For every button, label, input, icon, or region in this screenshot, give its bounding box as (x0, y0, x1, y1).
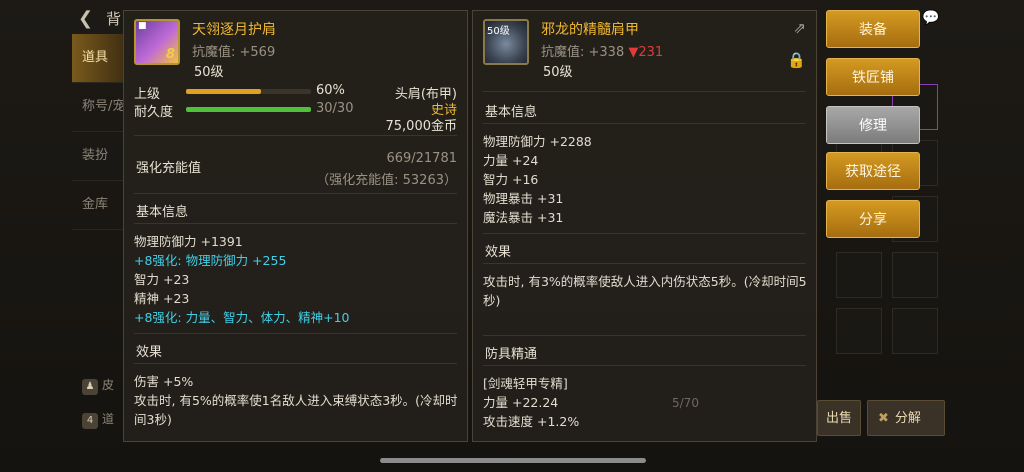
decompose-button[interactable]: ✖ 分解 (867, 400, 945, 436)
charge-value: 669/21781 (386, 151, 457, 166)
magic-resist-value: 抗魔值: +338 (541, 45, 625, 60)
effect-line: 伤害 +5% (134, 374, 194, 389)
tab-avatar[interactable]: 装扮 (72, 132, 128, 181)
divider (134, 223, 457, 224)
durability-label: 耐久度 (134, 105, 174, 120)
home-indicator[interactable] (380, 458, 646, 463)
tab-vault-label: 金库 (82, 197, 109, 212)
mastery-line: 力量 +22.24 (483, 395, 559, 410)
inventory-slot[interactable] (836, 252, 882, 298)
icon-level-tag: 50级 (487, 26, 510, 37)
page-indicator: 5/70 (672, 396, 699, 410)
tab-vault[interactable]: 金库 (72, 181, 128, 230)
page-title: 背 (106, 10, 122, 28)
lock-icon[interactable]: 🔒 (787, 51, 806, 69)
stat-line-enhance: +8强化: 物理防御力 +255 (134, 253, 287, 268)
share-button[interactable]: 分享 (826, 200, 920, 238)
mastery-title: 防具精通 (485, 347, 538, 362)
back-arrow-icon[interactable]: ❮ (78, 8, 93, 29)
upgrade-label: 上级 (134, 87, 161, 102)
stat-line: 智力 +16 (483, 172, 539, 187)
tab-items-label: 道具 (82, 50, 109, 65)
sell-button[interactable]: 出售 (817, 400, 861, 436)
item-name: 天翎逐月护肩 (192, 22, 276, 38)
divider (134, 363, 457, 364)
divider (483, 335, 806, 336)
divider (483, 233, 806, 234)
item-level: 50级 (194, 65, 224, 80)
tab-avatar-label: 装扮 (82, 148, 109, 163)
skin-filter[interactable]: ♟ 皮 (82, 376, 114, 395)
skin-label: 皮 (102, 378, 115, 392)
tooltip-compare-item: 50级 邪龙的精髓肩甲 抗魔值: +338 ▼231 50级 ⇗ 🔒 基本信息 … (472, 10, 817, 442)
mastery-line: [剑魂轻甲专精] (483, 376, 568, 391)
inventory-slot[interactable] (892, 252, 938, 298)
item-icon-corner: ■ (138, 21, 147, 31)
divider (483, 91, 806, 92)
skin-icon: ♟ (82, 379, 98, 395)
obtain-source-button[interactable]: 获取途径 (826, 152, 920, 190)
durability-bar (186, 107, 311, 112)
divider (134, 333, 457, 334)
effect-line: 秒) (483, 293, 501, 308)
stat-line: 物理防御力 +2288 (483, 134, 592, 149)
stat-line-enhance: +8强化: 力量、智力、体力、精神+10 (134, 310, 350, 325)
decompose-icon: ✖ (878, 411, 889, 426)
stat-line: 力量 +24 (483, 153, 539, 168)
effect-title: 效果 (485, 245, 512, 260)
equip-button[interactable]: 装备 (826, 10, 920, 48)
blacksmith-button[interactable]: 铁匠铺 (826, 58, 920, 96)
upgrade-percent: 60% (316, 83, 345, 98)
magic-resist: 抗魔值: +338 ▼231 (541, 41, 663, 60)
basic-info-title: 基本信息 (485, 105, 538, 120)
magic-resist-delta: ▼231 (628, 45, 664, 60)
tab-titles-label: 称号/宠 (82, 99, 126, 114)
divider (134, 193, 457, 194)
charge-label: 强化充能值 (136, 161, 202, 176)
price: 75,000金币 (385, 119, 458, 134)
mastery-line: 攻击速度 +1.2% (483, 414, 580, 429)
divider (483, 263, 806, 264)
share-out-icon[interactable]: ⇗ (793, 19, 806, 37)
decompose-label: 分解 (894, 411, 921, 426)
item-name: 邪龙的精髓肩甲 (541, 22, 639, 38)
divider (483, 123, 806, 124)
left-nav: 道具 称号/宠 装扮 金库 (72, 34, 128, 234)
effect-line: 攻击时, 有5%的概率使1名敌人进入束缚状态3秒。(冷却时 (134, 393, 458, 408)
stat-line: 物理暴击 +31 (483, 191, 564, 206)
enhance-level-badge: 8 (165, 47, 175, 62)
shoulder-item-icon: ■ 8 (134, 19, 180, 65)
effect-line: 间3秒) (134, 412, 172, 427)
durability-bar-fill (186, 107, 311, 112)
upgrade-bar-fill (186, 89, 261, 94)
stat-line: 智力 +23 (134, 272, 190, 287)
item-filter[interactable]: 4道 (82, 410, 114, 429)
inventory-slot[interactable] (836, 308, 882, 354)
tab-titles[interactable]: 称号/宠 (72, 83, 128, 132)
repair-button[interactable]: 修理 (826, 106, 920, 144)
stat-line: 物理防御力 +1391 (134, 234, 243, 249)
divider (134, 135, 457, 136)
item-filter-icon: 4 (82, 413, 98, 429)
effect-title: 效果 (136, 345, 163, 360)
chat-icon[interactable]: 💬 (922, 10, 939, 26)
basic-info-title: 基本信息 (136, 205, 189, 220)
item-filter-label: 道 (102, 412, 115, 426)
magic-resist: 抗魔值: +569 (192, 45, 276, 60)
effect-line: 攻击时, 有3%的概率使敌人进入内伤状态5秒。(冷却时间5 (483, 274, 807, 289)
upgrade-bar (186, 89, 311, 94)
inventory-slot[interactable] (892, 308, 938, 354)
tooltip-current-item: ■ 8 天翎逐月护肩 抗魔值: +569 50级 上级 60% 耐久度 30/3… (123, 10, 468, 442)
item-level: 50级 (543, 65, 573, 80)
stat-line: 魔法暴击 +31 (483, 210, 564, 225)
shoulder-armor-icon: 50级 (483, 19, 529, 65)
stat-line: 精神 +23 (134, 291, 190, 306)
tab-items[interactable]: 道具 (72, 34, 128, 83)
divider (483, 365, 806, 366)
charge-total: （强化充能值: 53263） (316, 173, 457, 188)
durability-value: 30/30 (316, 101, 354, 116)
